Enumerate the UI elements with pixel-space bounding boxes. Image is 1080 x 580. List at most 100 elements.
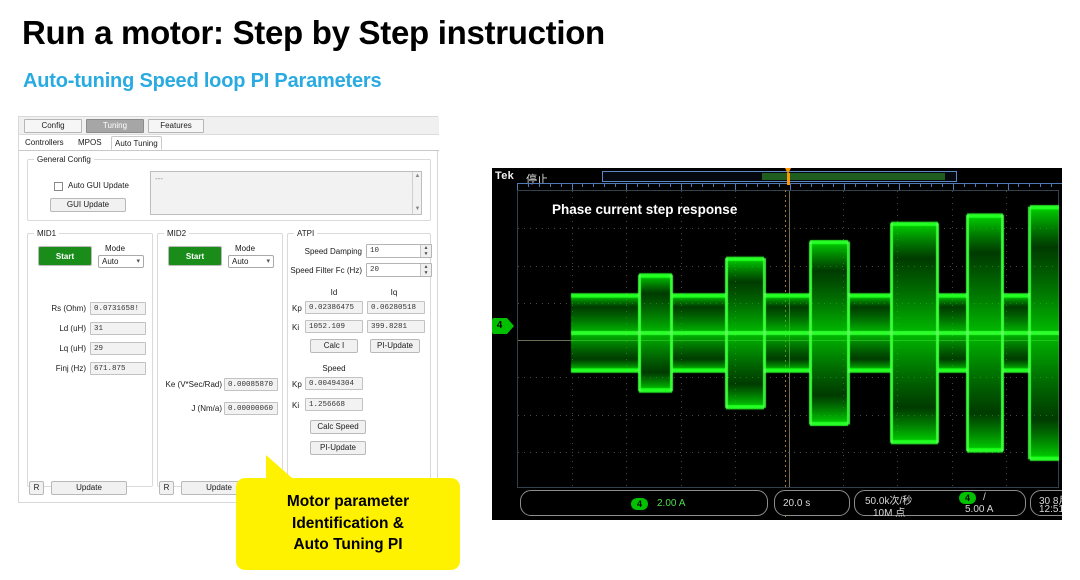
mid2-start-button[interactable]: Start [168, 246, 222, 266]
ruler-tick [724, 184, 725, 187]
log-text: --- [155, 174, 163, 183]
current-ki-id-value[interactable]: 1052.109 [305, 320, 363, 333]
speed-damping-input[interactable]: 10 ▲ ▼ [366, 244, 432, 258]
mid2-reset-button[interactable]: R [159, 481, 174, 495]
ruler-tick [539, 184, 540, 187]
ruler-tick [659, 184, 660, 187]
mid1-rs-value[interactable]: 0.0731658! [90, 302, 146, 315]
callout-box: Motor parameter Identification & Auto Tu… [236, 478, 460, 570]
tab-controllers[interactable]: Controllers [22, 136, 67, 150]
mid1-mode-label: Mode [105, 244, 126, 253]
mid1-ld-value[interactable]: 31 [90, 322, 146, 335]
log-textarea[interactable]: --- ▲ ▼ [150, 171, 422, 215]
mid1-finj-value[interactable]: 671.875 [90, 362, 146, 375]
ruler-tick [866, 184, 867, 187]
speed-damping-label: Speed Damping [304, 247, 362, 256]
callout-line-3: Auto Tuning PI [293, 536, 403, 554]
record-length-bar [602, 171, 957, 182]
mid1-lq-value[interactable]: 29 [90, 342, 146, 355]
datetime-status: 30 8月 2022 12:51:18 [1030, 490, 1062, 516]
trigger-slope-icon: / [983, 492, 986, 503]
pi-update-speed-button[interactable]: PI-Update [310, 441, 366, 455]
current-kp-label: Kp [292, 304, 302, 313]
mid1-reset-button[interactable]: R [29, 481, 44, 495]
page-title: Run a motor: Step by Step instruction [22, 14, 605, 51]
stepper-buttons[interactable]: ▲ ▼ [420, 245, 431, 257]
speed-kp-value[interactable]: 0.00494304 [305, 377, 363, 390]
speed-filter-label: Speed Filter Fc (Hz) [290, 266, 362, 275]
ruler-tick [1029, 184, 1030, 187]
waveform-annotation: Phase current step response [552, 202, 738, 217]
ruler-tick [593, 184, 594, 187]
ruler-tick [888, 184, 889, 187]
ruler-tick [582, 184, 583, 187]
ruler-tick [702, 184, 703, 187]
calc-speed-button[interactable]: Calc Speed [310, 420, 366, 434]
ruler-tick [779, 184, 780, 187]
ruler-tick [997, 184, 998, 187]
ruler-tick [637, 184, 638, 187]
chevron-up-icon[interactable]: ▲ [414, 173, 421, 180]
ruler-tick [1040, 184, 1041, 187]
chevron-down-icon[interactable]: ▼ [414, 206, 421, 213]
ruler-tick [528, 184, 529, 187]
channel-4-status[interactable]: 4 2.00 A [520, 490, 768, 516]
mid1-start-button[interactable]: Start [38, 246, 92, 266]
calc-i-button[interactable]: Calc I [310, 339, 358, 353]
mid2-mode-select[interactable]: Auto ▾ [228, 255, 274, 268]
ruler-tick [986, 184, 987, 187]
column-header-iq: Iq [390, 288, 398, 297]
ruler-tick [800, 184, 801, 187]
general-config-group: General Config Auto GUI Update GUI Updat… [27, 155, 431, 221]
auto-gui-update-checkbox[interactable] [54, 182, 63, 191]
tab-auto-tuning[interactable]: Auto Tuning [111, 136, 162, 150]
mid2-j-value[interactable]: 0.00000060 [224, 402, 278, 415]
timebase-status[interactable]: 20.0 s [774, 490, 850, 516]
tab-mpos[interactable]: MPOS [75, 136, 105, 150]
mid1-mode-select[interactable]: Auto ▾ [98, 255, 144, 268]
pi-update-current-button[interactable]: PI-Update [370, 339, 420, 353]
speed-ki-value[interactable]: 1.256668 [305, 398, 363, 411]
mid1-finj-label: Finj (Hz) [55, 364, 86, 373]
ruler-tick [615, 184, 616, 187]
trigger-position-marker[interactable] [785, 168, 792, 185]
ruler-tick [931, 184, 932, 187]
chevron-down-icon: ▾ [266, 258, 270, 265]
ruler-tick [964, 184, 965, 187]
stepper-buttons[interactable]: ▲ ▼ [420, 264, 431, 276]
speed-filter-input[interactable]: 20 ▲ ▼ [366, 263, 432, 277]
current-ki-label: Ki [292, 323, 300, 332]
scope-time: 12:51:18 [1039, 504, 1062, 515]
tuning-gui-window: Config Tuning Features Controllers MPOS … [18, 116, 439, 503]
record-length-value: 10M 点 [873, 508, 906, 519]
tab-features[interactable]: Features [148, 119, 204, 133]
speed-damping-value: 10 [370, 247, 380, 255]
acquisition-status[interactable]: 50.0k次/秒 10M 点 4 / 5.00 A [854, 490, 1026, 519]
mid2-group: MID2 Start Mode Auto ▾ Ke (V*Sec/Rad) 0.… [157, 229, 283, 487]
mid1-group: MID1 Start Mode Auto ▾ Rs (Ohm) 0.073165… [27, 229, 153, 487]
speed-kp-label: Kp [292, 380, 302, 389]
mid1-update-button[interactable]: Update [51, 481, 127, 495]
log-scrollbar[interactable]: ▲ ▼ [412, 172, 421, 214]
channel-4-marker[interactable]: 4 [492, 318, 514, 334]
mid2-mode-value: Auto [232, 257, 249, 266]
page-subtitle: Auto-tuning Speed loop PI Parameters [23, 70, 382, 92]
column-header-id: Id [330, 288, 338, 297]
scope-brand-label: Tek [495, 170, 515, 182]
tab-tuning[interactable]: Tuning [86, 119, 144, 133]
gui-update-button[interactable]: GUI Update [50, 198, 126, 212]
current-kp-iq-value[interactable]: 0.06280518 [367, 301, 425, 314]
mid2-mode-label: Mode [235, 244, 256, 253]
current-kp-id-value[interactable]: 0.02386475 [305, 301, 363, 314]
ruler-tick [833, 184, 834, 187]
mid1-lq-label: Lq (uH) [59, 344, 86, 353]
waveform-trace [517, 190, 1059, 488]
callout-line-2: Identification & [292, 514, 404, 532]
sub-tab-strip: Controllers MPOS Auto Tuning [19, 135, 439, 151]
current-ki-iq-value[interactable]: 399.8281 [367, 320, 425, 333]
ruler-tick [604, 184, 605, 187]
tab-config[interactable]: Config [24, 119, 82, 133]
mid2-ke-value[interactable]: 0.00085870 [224, 378, 278, 391]
channel-4-marker-label: 4 [492, 318, 507, 334]
ruler-tick [550, 184, 551, 187]
